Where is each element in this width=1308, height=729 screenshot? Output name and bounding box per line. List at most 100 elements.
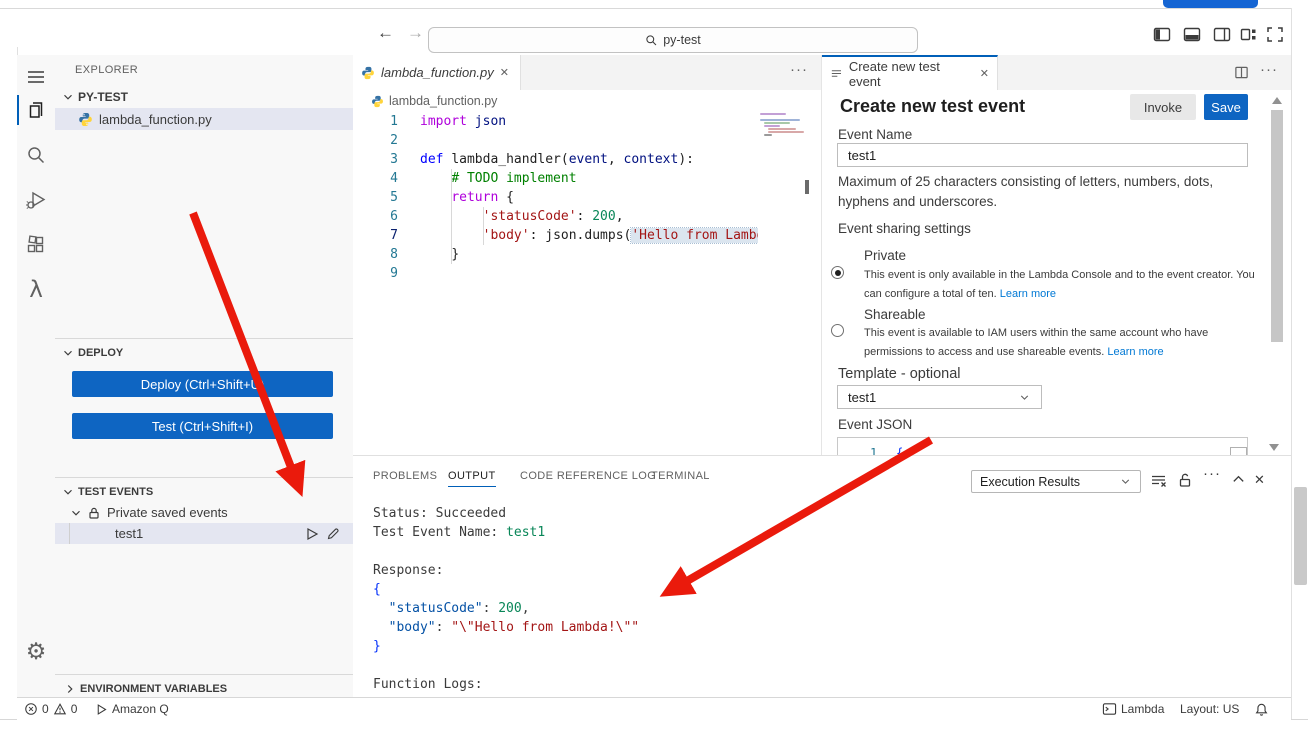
environment-variables-header[interactable]: ENVIRONMENT VARIABLES <box>55 678 353 699</box>
editor-more-actions[interactable]: ··· <box>790 62 808 77</box>
test-events-section-header[interactable]: TEST EVENTS <box>55 481 353 502</box>
close-tab-icon[interactable]: ✕ <box>980 67 989 80</box>
close-tab-icon[interactable]: ✕ <box>500 66 509 79</box>
event-json-label: Event JSON <box>838 417 913 432</box>
output-line: } <box>373 639 381 654</box>
tab-create-test-event[interactable]: Create new test event ✕ <box>822 55 998 90</box>
tab-problems[interactable]: PROBLEMS <box>373 470 437 482</box>
shareable-learn-more-link[interactable]: Learn more <box>1107 346 1163 358</box>
private-radio[interactable] <box>831 266 844 279</box>
tab-terminal[interactable]: TERMINAL <box>651 470 710 482</box>
toggle-secondary-sidebar-icon[interactable] <box>1213 26 1231 43</box>
deploy-button[interactable]: Deploy (Ctrl+Shift+U) <box>72 371 333 397</box>
code-line: 3 def lambda_handler(event, context): <box>390 152 694 167</box>
run-test-event-icon[interactable] <box>305 527 319 541</box>
workspace-root-row[interactable]: PY-TEST <box>55 86 353 107</box>
run-debug-view-icon[interactable] <box>22 186 50 214</box>
tab-title: Create new test event <box>848 58 940 89</box>
test-button[interactable]: Test (Ctrl+Shift+I) <box>72 413 333 439</box>
private-saved-events-row[interactable]: Private saved events <box>55 502 353 523</box>
template-dropdown[interactable]: test1 <box>837 385 1042 409</box>
python-icon <box>78 112 93 127</box>
env-section-label: ENVIRONMENT VARIABLES <box>80 682 228 695</box>
layout-status[interactable]: Layout: US <box>1180 698 1239 720</box>
section-divider <box>55 338 353 339</box>
code-line: 9 <box>390 266 398 281</box>
event-name-input[interactable] <box>837 143 1248 167</box>
tab-lambda-function[interactable]: lambda_function.py ✕ <box>353 55 521 90</box>
amazon-q-status[interactable]: Amazon Q <box>95 698 169 720</box>
tab-code-reference-log[interactable]: CODE REFERENCE LOG <box>520 470 656 482</box>
search-icon <box>646 34 657 45</box>
terminal-icon <box>1102 703 1117 715</box>
panel-title: Create new test event <box>840 96 1026 116</box>
file-row-lambda-function[interactable]: lambda_function.py <box>55 108 353 130</box>
code-line: 4 # TODO implement <box>390 171 577 186</box>
tab-output[interactable]: OUTPUT <box>448 470 496 487</box>
notifications-status[interactable] <box>1254 698 1269 720</box>
vscode-window: ← → py-test λ ⚙ EXPLORER ··· PY-TEST lam… <box>0 0 1308 729</box>
command-center-search[interactable]: py-test <box>428 27 918 53</box>
aws-lambda-view-icon[interactable]: λ <box>22 276 50 304</box>
scroll-up-icon[interactable] <box>1272 97 1282 104</box>
browser-accent-pill <box>1163 0 1258 8</box>
minimap[interactable] <box>758 112 806 164</box>
fullscreen-icon[interactable] <box>1266 26 1284 43</box>
clear-output-icon[interactable] <box>1150 472 1167 489</box>
tab-title: lambda_function.py <box>381 65 494 80</box>
maximize-panel-icon[interactable] <box>1231 472 1246 487</box>
section-divider <box>55 674 353 675</box>
problems-status[interactable]: 0 0 <box>24 698 77 720</box>
status-bar: 0 0 Amazon Q Lambda Layout: US <box>17 697 1291 720</box>
customize-layout-icon[interactable] <box>1240 26 1258 43</box>
breadcrumb[interactable]: lambda_function.py <box>353 90 758 112</box>
sharing-settings-label: Event sharing settings <box>838 221 971 236</box>
test-events-section-label: TEST EVENTS <box>78 485 154 498</box>
chevron-right-icon <box>67 684 73 693</box>
lambda-label: Lambda <box>1121 702 1165 716</box>
explorer-sidebar: EXPLORER ··· PY-TEST lambda_function.py … <box>55 55 378 699</box>
invoke-button[interactable]: Invoke <box>1130 94 1196 120</box>
code-editor[interactable]: 1 import json 2 3 def lambda_handler(event… <box>353 112 758 455</box>
explorer-view-icon[interactable] <box>22 96 50 124</box>
panel-more-actions[interactable]: ··· <box>1203 466 1221 481</box>
browser-scrollbar-thumb[interactable] <box>1294 487 1307 585</box>
output-channel-selector[interactable]: Execution Results <box>971 470 1141 493</box>
deploy-section-header[interactable]: DEPLOY <box>55 342 353 363</box>
search-view-icon[interactable] <box>22 141 50 169</box>
settings-gear-icon[interactable]: ⚙ <box>22 637 50 665</box>
scroll-down-icon[interactable] <box>1269 444 1279 451</box>
chevron-down-icon <box>1020 394 1029 400</box>
right-panel-scrollbar[interactable] <box>1271 110 1283 342</box>
private-saved-events-label: Private saved events <box>107 505 228 520</box>
save-button[interactable]: Save <box>1204 94 1248 120</box>
extensions-view-icon[interactable] <box>22 231 50 259</box>
edit-test-event-icon[interactable] <box>326 527 340 541</box>
shareable-radio[interactable] <box>831 324 844 337</box>
output-line: Status: Succeeded <box>373 506 507 521</box>
activity-bar: λ ⚙ <box>17 55 56 697</box>
forward-arrow-icon[interactable]: → <box>407 23 424 43</box>
output-log[interactable]: Status: Succeeded Test Event Name: test1… <box>373 504 1273 713</box>
unlock-icon[interactable] <box>1177 472 1193 488</box>
toggle-panel-icon[interactable] <box>1183 26 1201 43</box>
breadcrumb-file: lambda_function.py <box>389 94 498 108</box>
close-panel-icon[interactable]: ✕ <box>1254 472 1265 488</box>
output-line: Test Event Name: test1 <box>373 525 546 540</box>
private-learn-more-link[interactable]: Learn more <box>1000 288 1056 300</box>
python-icon <box>372 95 383 107</box>
split-editor-icon[interactable] <box>1234 65 1249 80</box>
menu-icon[interactable] <box>22 63 50 91</box>
secondary-tab-bar: Create new test event ✕ ··· <box>822 55 1291 90</box>
lambda-terminal-status[interactable]: Lambda <box>1102 698 1164 720</box>
error-icon <box>25 703 37 715</box>
back-arrow-icon[interactable]: ← <box>377 23 394 43</box>
secondary-more-actions[interactable]: ··· <box>1260 62 1278 77</box>
tree-indent-guide <box>69 523 70 544</box>
toggle-primary-sidebar-icon[interactable] <box>1153 26 1171 43</box>
webview-icon <box>831 70 842 77</box>
play-icon <box>97 703 107 715</box>
code-line: 2 <box>390 133 398 148</box>
test-event-row[interactable]: test1 <box>55 523 353 544</box>
event-name-help: Maximum of 25 characters consisting of l… <box>838 174 1214 209</box>
